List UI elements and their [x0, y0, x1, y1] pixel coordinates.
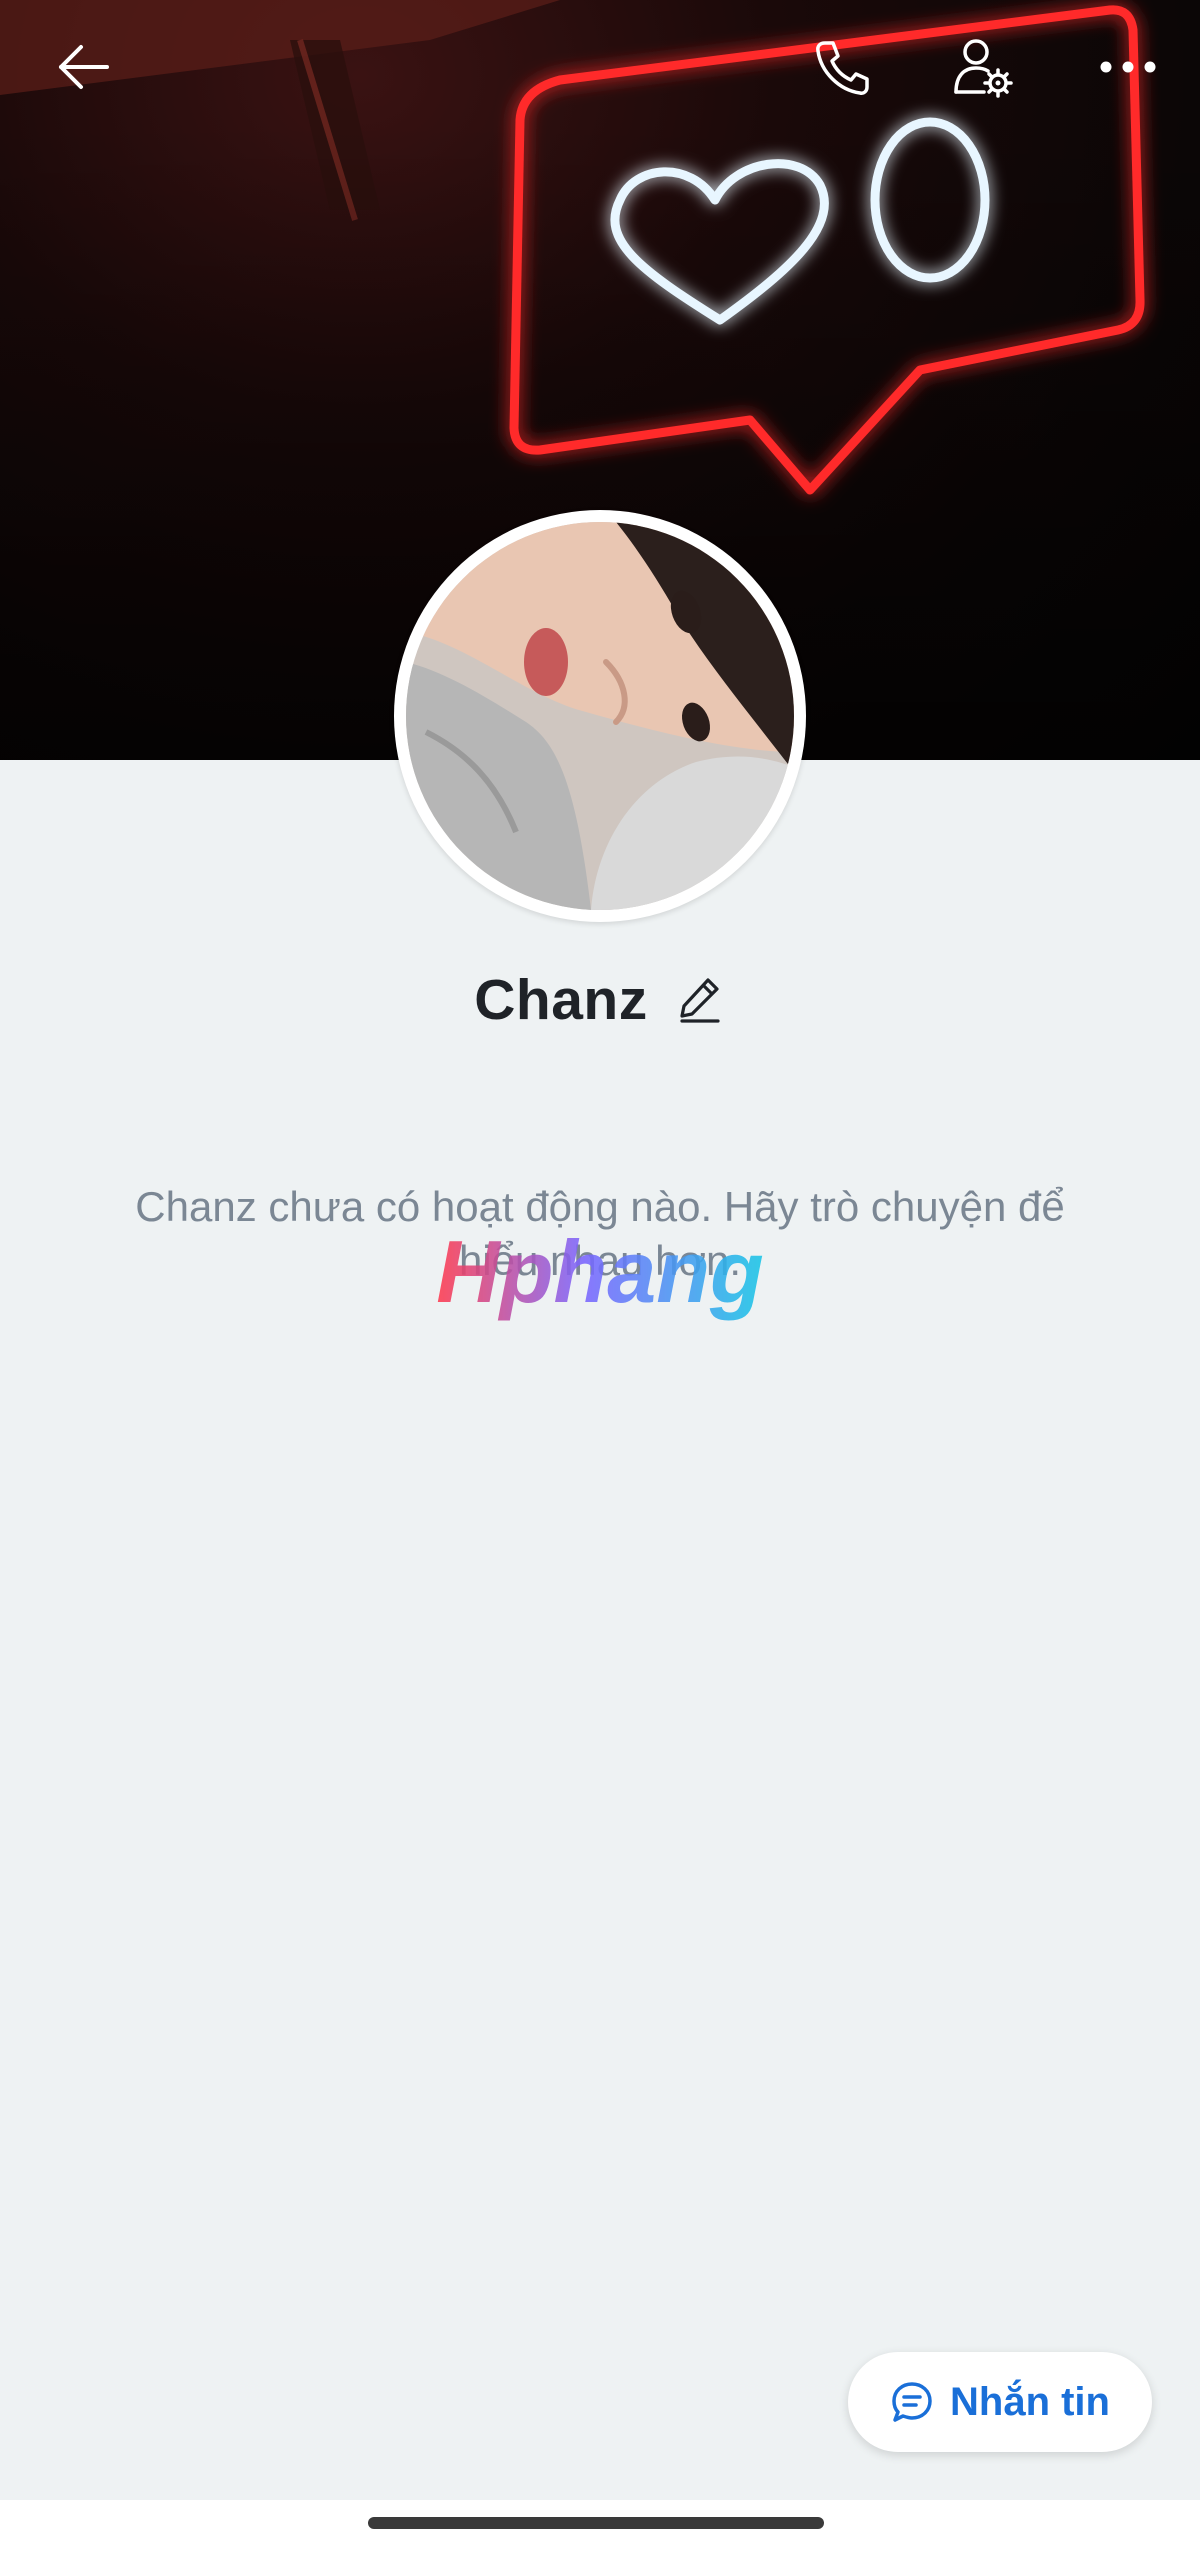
more-horizontal-icon [1100, 61, 1156, 73]
chat-bubble-icon [892, 2382, 932, 2422]
system-navigation-area [0, 2500, 1200, 2549]
call-button[interactable] [796, 22, 886, 112]
top-bar [0, 0, 1200, 140]
profile-name: Chanz [474, 968, 648, 1032]
user-settings-icon [954, 39, 1013, 98]
arrow-left-icon [59, 45, 109, 89]
more-options-button[interactable] [1083, 22, 1173, 112]
avatar[interactable] [394, 510, 806, 922]
home-indicator[interactable] [368, 2517, 824, 2529]
profile-name-row: Chanz [0, 960, 1200, 1040]
avatar-photo [406, 522, 794, 910]
svg-text:Hphang: Hphang [436, 1222, 764, 1321]
watermark-logo: Hphang [436, 1222, 764, 1321]
send-message-label: Nhắn tin [950, 2379, 1110, 2424]
phone-icon [816, 41, 869, 95]
profile-settings-button[interactable] [938, 22, 1028, 112]
send-message-button[interactable]: Nhắn tin [848, 2352, 1152, 2452]
edit-name-button[interactable] [674, 974, 726, 1026]
back-button[interactable] [38, 22, 128, 112]
pencil-icon [680, 978, 720, 1023]
avatar-image [406, 522, 794, 910]
